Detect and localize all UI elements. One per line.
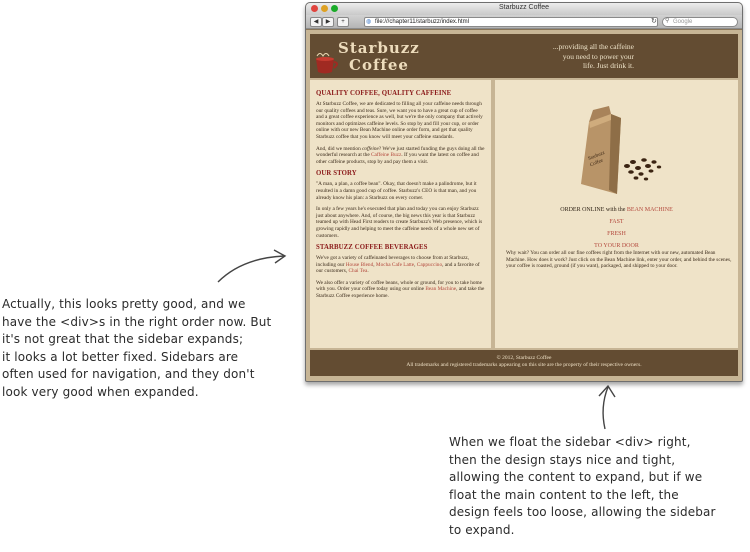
story-paragraph: "A man, a plan, a coffee bean". Okay, th… [316,181,477,201]
mocha-cafe-latte-link[interactable]: Mocha Cafe Latte [376,262,414,268]
annotation-line: it looks a lot better fixed. Sidebars ar… [2,349,239,364]
tagline-line: you need to power your [562,51,634,61]
right-annotation-arrow [598,384,616,430]
annotation-line: to expand. [449,522,515,537]
caffeine-buzz-link[interactable]: Caffeine Buzz [371,152,401,158]
order-online-block: ORDER ONLINE with the BEAN MACHINE FAST … [495,204,738,252]
house-blend-link[interactable]: House Blend [346,262,374,268]
order-paragraph: We also offer a variety of coffee beans,… [316,279,485,300]
logo-word-starbuzz: Starbuzz [338,39,420,57]
sidebar-description: Why wait? You can order all our fine cof… [506,250,732,270]
coffee-beans-icon [624,158,662,181]
globe-icon: ◍ [366,19,372,25]
section-heading: STARBUZZ COFFEE BEVERAGES [316,244,428,252]
caffeine-paragraph: And, did we mention coffeine? We've just… [316,145,485,165]
search-input[interactable]: Google [662,17,738,27]
logo-word-coffee: Coffee [349,56,409,74]
page-header: Starbuzz Coffee ...providing all the caf… [310,34,738,78]
coffee-bag-image: Starbuzz Coffee [581,106,662,194]
address-bar[interactable]: file:///chapter11/starbuzz/index.html [364,17,658,27]
reload-icon[interactable]: ↻ [651,18,657,26]
web-page: Starbuzz Coffee ...providing all the caf… [306,30,742,381]
annotation-line: it's not great that the sidebar expands; [2,332,244,346]
title-bar: Starbuzz Coffee [306,3,742,15]
browser-toolbar: ◀ ▶ + file:///chapter11/starbuzz/index.h… [306,15,742,29]
annotation-line: often used for navigation, and they don'… [2,367,255,381]
starbuzz-logo: Starbuzz Coffee [314,36,424,76]
bean-machine-sidebar-link[interactable]: BEAN MACHINE [627,207,673,213]
page-footer: © 2012, Starbuzz Coffee All trademarks a… [310,350,738,376]
annotation-line: look very good when expanded. [2,384,199,399]
chai-tea-link[interactable]: Chai Tea [349,268,368,274]
annotation-line: design feels too loose, allowing the sid… [449,505,716,519]
left-annotation-arrow [217,249,287,283]
annotation-line: allowing the content to expand, but if w… [449,470,703,484]
tagline: ...providing all the caffeine you need t… [514,42,634,71]
annotation-line: then the design stays nice and tight, [449,452,676,467]
annotation-line: When we float the sidebar <div> right, [449,435,691,449]
window-title: Starbuzz Coffee [498,4,550,11]
annotation-line: have the <div>s in the right order now. … [2,314,272,329]
section-heading: OUR STORY [316,170,357,178]
forward-button[interactable]: ▶ [322,17,334,27]
fast-link[interactable]: FAST [495,216,738,228]
main-content: QUALITY COFFEE, QUALITY CAFFEINE At Star… [310,80,491,348]
copyright-text: © 2012, Starbuzz Coffee [496,355,552,361]
tagline-line: life. Just drink it. [582,61,634,70]
browser-window: Starbuzz Coffee ◀ ▶ + file:///chapter11/… [305,2,743,382]
add-bookmark-button[interactable]: + [337,17,349,27]
sidebar: Starbuzz Coffee ORDER ONLINE with the BE… [495,80,738,348]
trademark-text: All trademarks and registered trademarks… [406,362,642,368]
intro-paragraph: At Starbuzz Coffee, we are dedicated to … [316,101,483,140]
right-annotation: When we float the sidebar <div> right, t… [449,434,716,539]
tagline-line: ...providing all the caffeine [552,42,634,51]
section-heading: QUALITY COFFEE, QUALITY CAFFEINE [316,90,452,97]
annotation-line: float the main content to the left, the [449,487,679,502]
cappuccino-link[interactable]: Cappuccino [417,262,442,268]
story-paragraph: In only a few years he's executed that p… [316,206,483,239]
beverages-paragraph: We've got a variety of caffeinated bever… [316,255,480,275]
left-annotation: Actually, this looks pretty good, and we… [2,296,271,401]
order-online-line: ORDER ONLINE with the BEAN MACHINE [560,207,673,213]
annotation-line: Actually, this looks pretty good, and we [2,297,246,311]
bean-machine-link[interactable]: Bean Machine [425,286,456,292]
fresh-link[interactable]: FRESH [495,228,738,240]
search-icon: ⚲ [665,18,670,24]
back-button[interactable]: ◀ [310,17,322,27]
